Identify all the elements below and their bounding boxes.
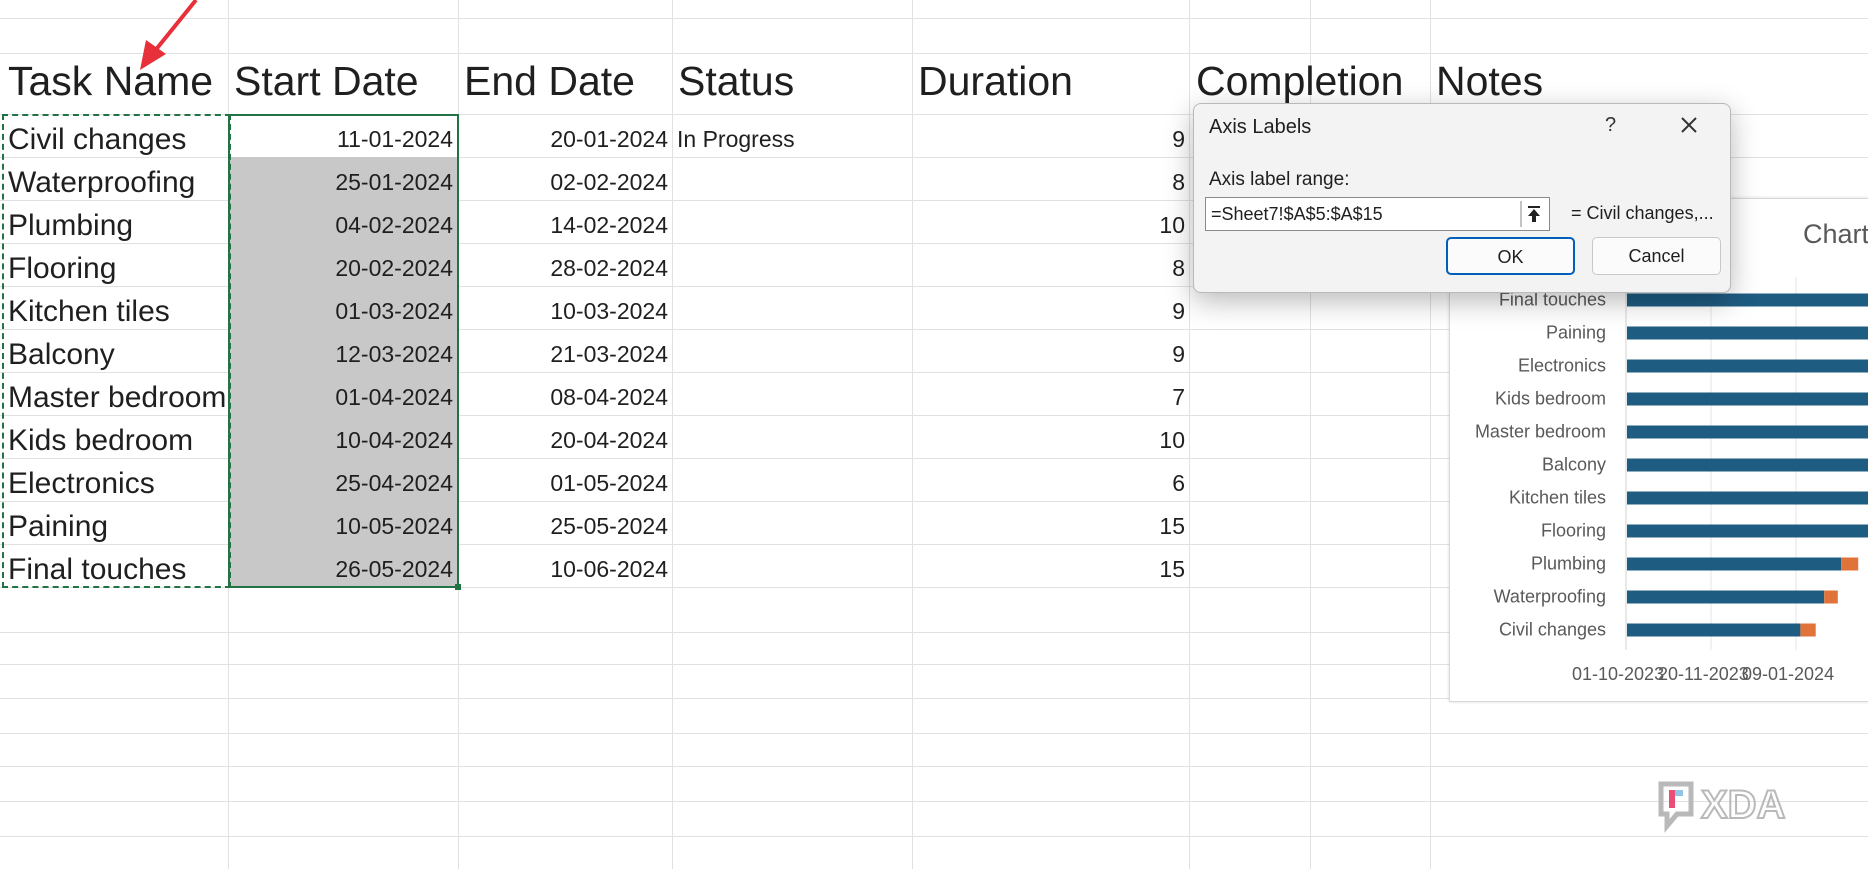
ok-button[interactable]: OK (1446, 237, 1575, 275)
bar-start-offset[interactable] (1627, 359, 1868, 373)
cell-duration[interactable]: 15 (912, 548, 1185, 591)
range-preview-text: = Civil changes,... (1571, 203, 1714, 223)
cell-duration[interactable]: 6 (912, 462, 1185, 505)
column-header[interactable]: Task Name (8, 58, 213, 105)
grid-row-line (0, 801, 1868, 802)
cell-duration[interactable]: 15 (912, 505, 1185, 548)
marching-ants-selection (2, 114, 231, 588)
cell-duration[interactable]: 10 (912, 419, 1185, 462)
grid-row-line (0, 53, 1868, 54)
category-label: Paining (1546, 323, 1606, 343)
fill-handle[interactable] (455, 584, 461, 590)
axis-labels-dialog[interactable]: Axis Labels ? Axis label range: = Civil … (1193, 103, 1731, 293)
bar-start-offset[interactable] (1627, 326, 1868, 340)
axis-label-range-field[interactable] (1205, 197, 1550, 231)
column-header[interactable]: Status (678, 58, 794, 105)
column-header[interactable]: End Date (464, 58, 635, 105)
category-label: Kitchen tiles (1509, 488, 1606, 508)
watermark-text: XDA (1701, 783, 1785, 827)
bar-start-offset[interactable] (1627, 425, 1868, 439)
cell-end-date[interactable]: 28-02-2024 (458, 247, 668, 290)
bar-start-offset[interactable] (1627, 458, 1868, 472)
bar-duration[interactable] (1800, 623, 1816, 637)
cell-end-date[interactable]: 08-04-2024 (458, 376, 668, 419)
bar-start-offset[interactable] (1627, 392, 1868, 406)
grid-column-line (1189, 0, 1190, 869)
cell-status[interactable]: In Progress (677, 118, 795, 161)
grid-column-line (672, 0, 673, 869)
dialog-title: Axis Labels (1209, 116, 1312, 138)
active-range-border (228, 114, 459, 588)
cell-duration[interactable]: 8 (912, 161, 1185, 204)
bar-start-offset[interactable] (1627, 623, 1801, 637)
axis-label-range-label: Axis label range: (1209, 169, 1350, 190)
cell-end-date[interactable]: 01-05-2024 (458, 462, 668, 505)
column-header[interactable]: Duration (918, 58, 1073, 105)
grid-row-line (0, 836, 1868, 837)
bar-start-offset[interactable] (1627, 293, 1868, 307)
column-header[interactable]: Notes (1436, 58, 1543, 105)
category-label: Civil changes (1499, 620, 1606, 640)
bar-start-offset[interactable] (1627, 557, 1842, 571)
cell-end-date[interactable]: 20-01-2024 (458, 118, 668, 161)
category-label: Plumbing (1531, 554, 1606, 574)
cell-duration[interactable]: 9 (912, 290, 1185, 333)
column-header[interactable]: Start Date (234, 58, 419, 105)
bar-duration[interactable] (1841, 557, 1859, 571)
bar-start-offset[interactable] (1627, 590, 1825, 604)
bar-duration[interactable] (1824, 590, 1838, 604)
cell-duration[interactable]: 8 (912, 247, 1185, 290)
cell-end-date[interactable]: 21-03-2024 (458, 333, 668, 376)
cell-duration[interactable]: 10 (912, 204, 1185, 247)
cell-end-date[interactable]: 02-02-2024 (458, 161, 668, 204)
cell-end-date[interactable]: 14-02-2024 (458, 204, 668, 247)
chart-title: Chart (1803, 219, 1868, 249)
cell-end-date[interactable]: 25-05-2024 (458, 505, 668, 548)
cell-duration[interactable]: 9 (912, 118, 1185, 161)
grid-row-line (0, 733, 1868, 734)
upload-arrow-icon[interactable] (1520, 201, 1548, 227)
bar-start-offset[interactable] (1627, 491, 1868, 505)
x-tick-label: 01-10-2023 (1572, 664, 1664, 684)
cell-end-date[interactable]: 10-03-2024 (458, 290, 668, 333)
cell-duration[interactable]: 9 (912, 333, 1185, 376)
x-tick-label: 09-01-2024 (1742, 664, 1834, 684)
bar-start-offset[interactable] (1627, 524, 1868, 538)
x-tick-label: 20-11-2023 (1658, 664, 1749, 684)
category-label: Master bedroom (1475, 422, 1606, 442)
axis-label-range-input[interactable] (1206, 198, 1526, 230)
cancel-button[interactable]: Cancel (1592, 237, 1721, 275)
column-header[interactable]: Completion (1196, 58, 1403, 105)
help-button[interactable]: ? (1605, 114, 1616, 137)
cell-end-date[interactable]: 20-04-2024 (458, 419, 668, 462)
grid-row-line (0, 766, 1868, 767)
category-label: Waterproofing (1494, 587, 1606, 607)
category-label: Balcony (1542, 455, 1606, 475)
xda-logo: XDA (1658, 781, 1786, 833)
cell-duration[interactable]: 7 (912, 376, 1185, 419)
category-label: Flooring (1541, 521, 1606, 541)
category-label: Electronics (1518, 356, 1606, 376)
category-label: Kids bedroom (1495, 389, 1606, 409)
grid-row-line (0, 18, 1868, 19)
close-icon[interactable] (1674, 110, 1704, 140)
cell-end-date[interactable]: 10-06-2024 (458, 548, 668, 591)
